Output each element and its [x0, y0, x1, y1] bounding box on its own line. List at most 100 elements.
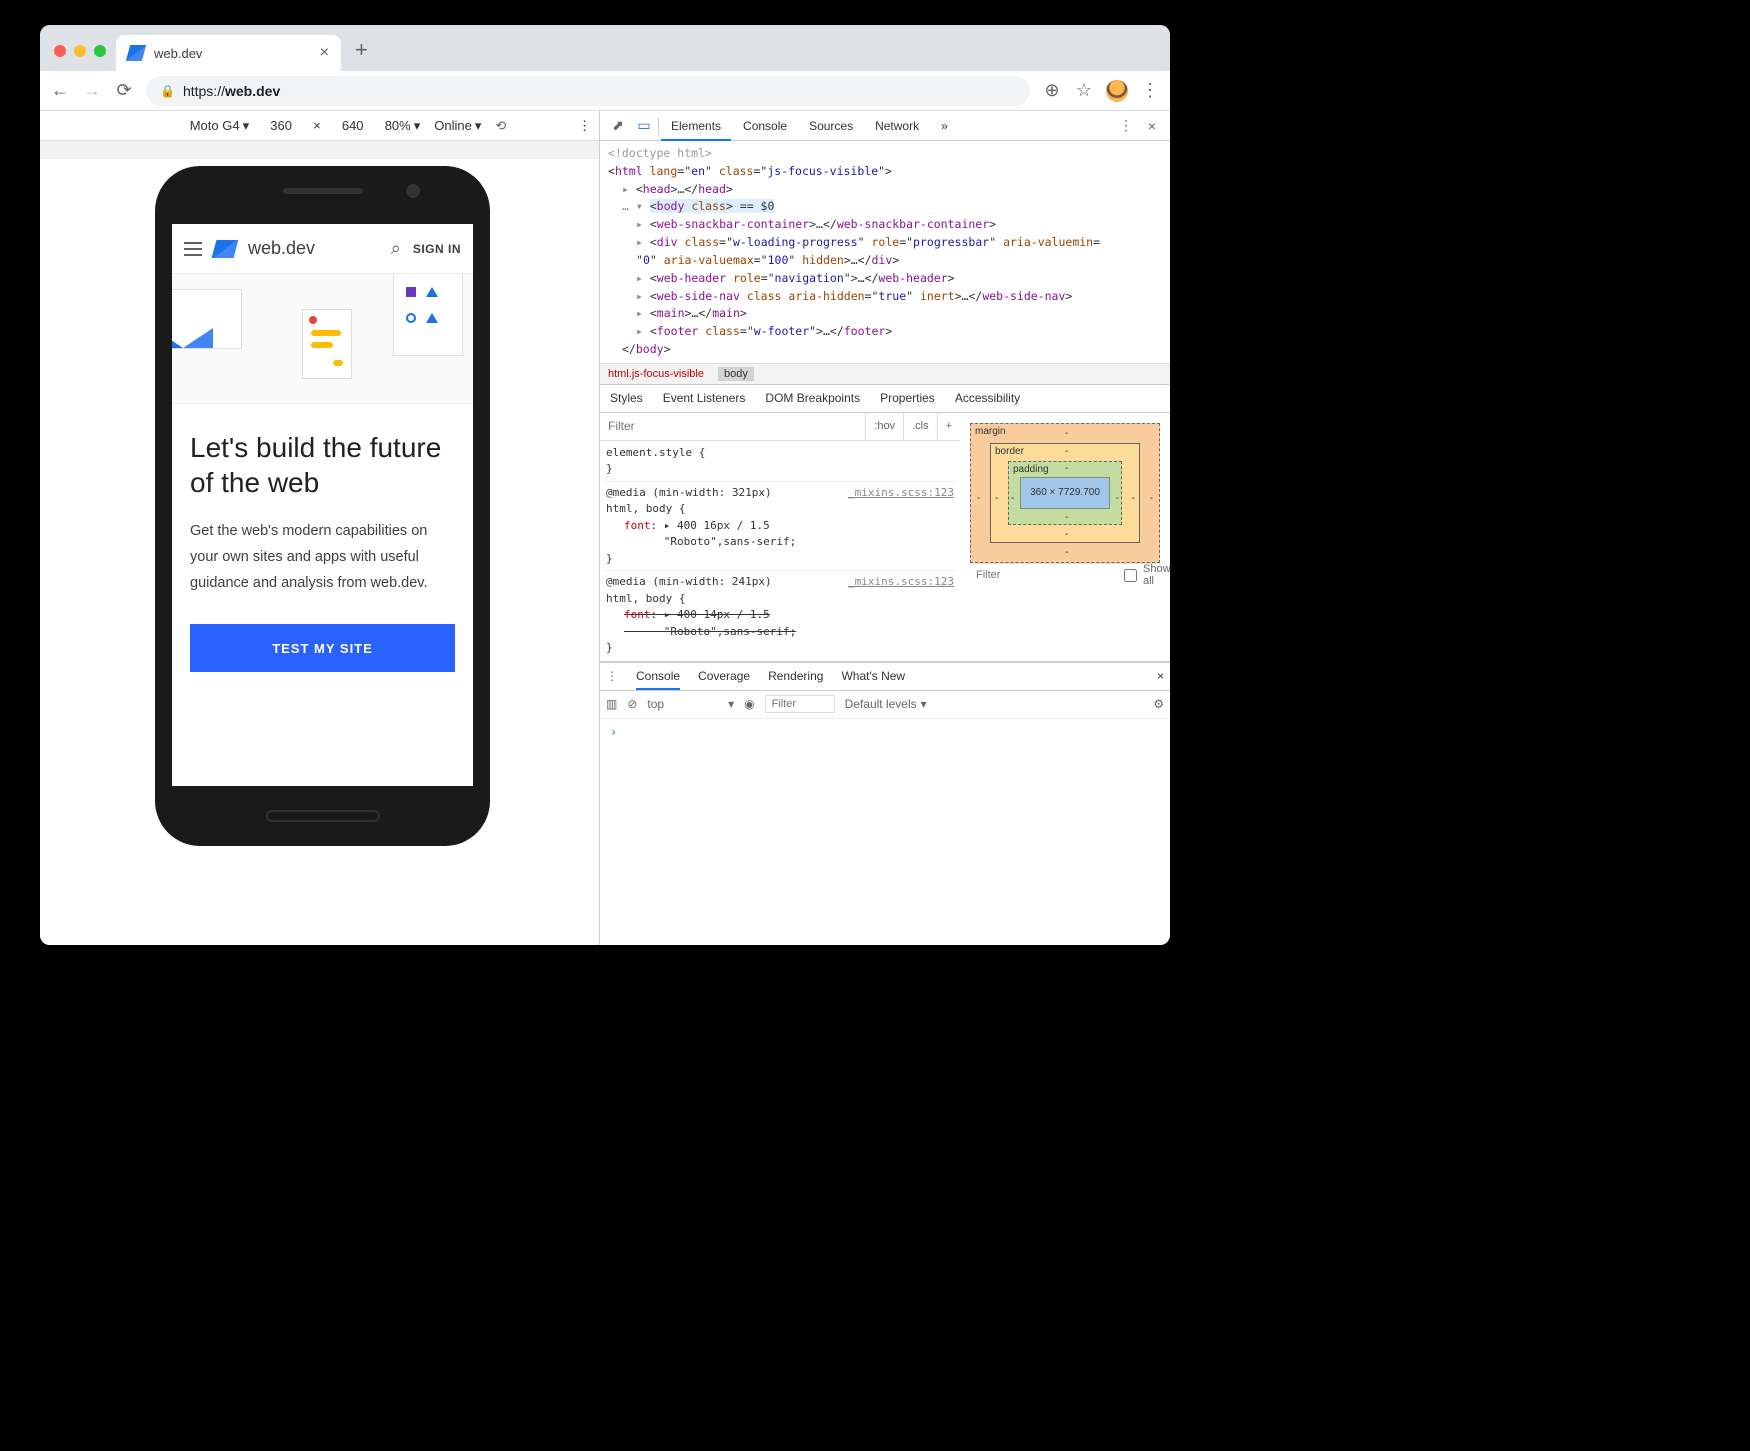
forward-button[interactable]: → [82, 80, 102, 101]
console-output[interactable]: › [600, 719, 1170, 869]
sign-in-link[interactable]: SIGN IN [413, 242, 461, 256]
new-tab-button[interactable]: + [341, 37, 382, 71]
tab-elements[interactable]: Elements [661, 111, 731, 141]
show-all-checkbox[interactable] [1124, 569, 1137, 582]
reload-button[interactable]: ⟳ [114, 80, 134, 101]
dom-node[interactable]: <div class="w-loading-progress" role="pr… [608, 234, 1170, 252]
browser-content: Moto G4 ▾ 360 × 640 80% ▾ Online ▾ ⟲ ⋮ [40, 111, 1170, 945]
drawer-close-icon[interactable]: × [1157, 669, 1164, 683]
rotate-icon[interactable]: ⟲ [495, 118, 506, 134]
computed-filter: Show all [970, 563, 1160, 587]
throttle-select[interactable]: Online ▾ [434, 118, 481, 134]
devtools-drawer: ⋮ Console Coverage Rendering What's New … [600, 662, 1170, 869]
add-page-icon[interactable]: ⊕ [1042, 80, 1062, 101]
hero-description: Get the web's modern capabilities on you… [190, 518, 455, 596]
tab-strip: web.dev × + [40, 25, 1170, 71]
dom-node[interactable]: <web-snackbar-container>…</web-snackbar-… [608, 216, 1170, 234]
tab-dom-breakpoints[interactable]: DOM Breakpoints [765, 391, 860, 405]
ruler [40, 141, 599, 159]
bookmark-icon[interactable]: ☆ [1074, 80, 1094, 101]
browser-tab[interactable]: web.dev × [116, 35, 341, 71]
console-toolbar: ▥ ⊘ top ▾ ◉ Default levels ▾ ⚙ [600, 691, 1170, 719]
drawer-menu-icon[interactable]: ⋮ [606, 669, 618, 683]
css-rules[interactable]: element.style { } _mixins.scss:123@media… [600, 441, 960, 661]
minimize-window[interactable] [74, 45, 86, 57]
breadcrumb[interactable]: html.js-focus-visible body [600, 363, 1170, 385]
device-canvas: web.dev ⌕ SIGN IN [40, 141, 599, 945]
viewport-height[interactable]: 640 [335, 118, 371, 133]
browser-toolbar: ← → ⟳ 🔒 https://web.dev ⊕ ☆ ⋮ [40, 71, 1170, 111]
browser-menu-icon[interactable]: ⋮ [1140, 80, 1160, 101]
dom-node[interactable]: <web-side-nav class aria-hidden="true" i… [608, 288, 1170, 306]
dom-tree[interactable]: <!doctype html> <html lang="en" class="j… [600, 141, 1170, 363]
drawer-tab-console[interactable]: Console [636, 662, 680, 690]
dom-node[interactable]: <!doctype html> [608, 145, 1170, 163]
tab-accessibility[interactable]: Accessibility [955, 391, 1020, 405]
tab-network[interactable]: Network [865, 111, 929, 141]
devtools-menu-icon[interactable]: ⋮ [1114, 117, 1138, 134]
device-toggle-icon[interactable]: ▭ [632, 117, 656, 134]
inspect-icon[interactable]: ⬈ [606, 117, 630, 134]
tab-console[interactable]: Console [733, 111, 797, 141]
crumb-body[interactable]: body [718, 367, 754, 381]
viewport-width[interactable]: 360 [263, 118, 299, 133]
lock-icon: 🔒 [160, 84, 175, 98]
tab-sources[interactable]: Sources [799, 111, 863, 141]
drawer-tab-rendering[interactable]: Rendering [768, 669, 823, 683]
styles-pane: :hov .cls + element.style { } _mixins.sc… [600, 413, 960, 661]
tabs-overflow[interactable]: » [931, 111, 958, 141]
box-model-content: 360 × 7729.700 [1020, 477, 1110, 509]
dom-node[interactable]: <html lang="en" class="js-focus-visible"… [608, 163, 1170, 181]
close-tab-icon[interactable]: × [320, 44, 329, 62]
console-settings-icon[interactable]: ⚙ [1153, 697, 1164, 711]
maximize-window[interactable] [94, 45, 106, 57]
drawer-tab-coverage[interactable]: Coverage [698, 669, 750, 683]
box-model-diagram[interactable]: margin -- -- border -- -- padding -- -- … [970, 423, 1160, 563]
device-frame: web.dev ⌕ SIGN IN [155, 166, 490, 846]
crumb-html[interactable]: html.js-focus-visible [608, 368, 704, 380]
new-rule-button[interactable]: + [937, 413, 960, 440]
profile-avatar[interactable] [1106, 80, 1128, 102]
camera-dot [406, 184, 420, 198]
menu-icon[interactable] [184, 242, 202, 256]
tab-styles[interactable]: Styles [610, 391, 643, 405]
cls-toggle[interactable]: .cls [903, 413, 937, 440]
device-menu-icon[interactable]: ⋮ [570, 118, 599, 134]
dom-node[interactable]: <footer class="w-footer">…</footer> [608, 323, 1170, 341]
address-bar[interactable]: 🔒 https://web.dev [146, 76, 1030, 106]
hov-toggle[interactable]: :hov [865, 413, 903, 440]
hero-title: Let's build the future of the web [190, 430, 455, 500]
favicon-icon [126, 45, 146, 61]
context-select[interactable]: top ▾ [647, 697, 734, 711]
zoom-select[interactable]: 80% ▾ [385, 118, 421, 134]
dom-node[interactable]: </body> [608, 341, 1170, 359]
tab-event-listeners[interactable]: Event Listeners [663, 391, 746, 405]
tab-properties[interactable]: Properties [880, 391, 935, 405]
drawer-tab-whatsnew[interactable]: What's New [841, 669, 905, 683]
back-button[interactable]: ← [50, 80, 70, 101]
dom-node[interactable]: "0" aria-valuemax="100" hidden>…</div> [608, 252, 1170, 270]
dimension-separator: × [313, 118, 321, 133]
dom-node[interactable]: <head>…</head> [608, 181, 1170, 199]
close-window[interactable] [54, 45, 66, 57]
log-levels-select[interactable]: Default levels ▾ [845, 697, 927, 711]
page-viewport[interactable]: web.dev ⌕ SIGN IN [172, 224, 473, 786]
test-my-site-button[interactable]: TEST MY SITE [190, 624, 455, 672]
console-sidebar-icon[interactable]: ▥ [606, 697, 617, 711]
styles-filter-input[interactable] [600, 419, 865, 433]
search-icon[interactable]: ⌕ [391, 238, 401, 259]
dom-node[interactable]: <web-header role="navigation">…</web-hea… [608, 270, 1170, 288]
dom-node-selected[interactable]: … <body class> == $0 [608, 198, 1170, 216]
devtools-close-icon[interactable]: × [1140, 118, 1164, 134]
show-all-label: Show all [1143, 563, 1170, 587]
console-filter-input[interactable] [765, 695, 835, 713]
computed-filter-input[interactable] [976, 569, 1118, 581]
dom-node[interactable]: <main>…</main> [608, 305, 1170, 323]
clear-console-icon[interactable]: ⊘ [627, 697, 637, 711]
device-select[interactable]: Moto G4 ▾ [190, 118, 249, 134]
hero-illustration [172, 274, 473, 404]
live-expression-icon[interactable]: ◉ [744, 697, 754, 711]
styles-row: :hov .cls + element.style { } _mixins.sc… [600, 413, 1170, 662]
device-mode-panel: Moto G4 ▾ 360 × 640 80% ▾ Online ▾ ⟲ ⋮ [40, 111, 600, 945]
tab-title: web.dev [154, 46, 310, 61]
